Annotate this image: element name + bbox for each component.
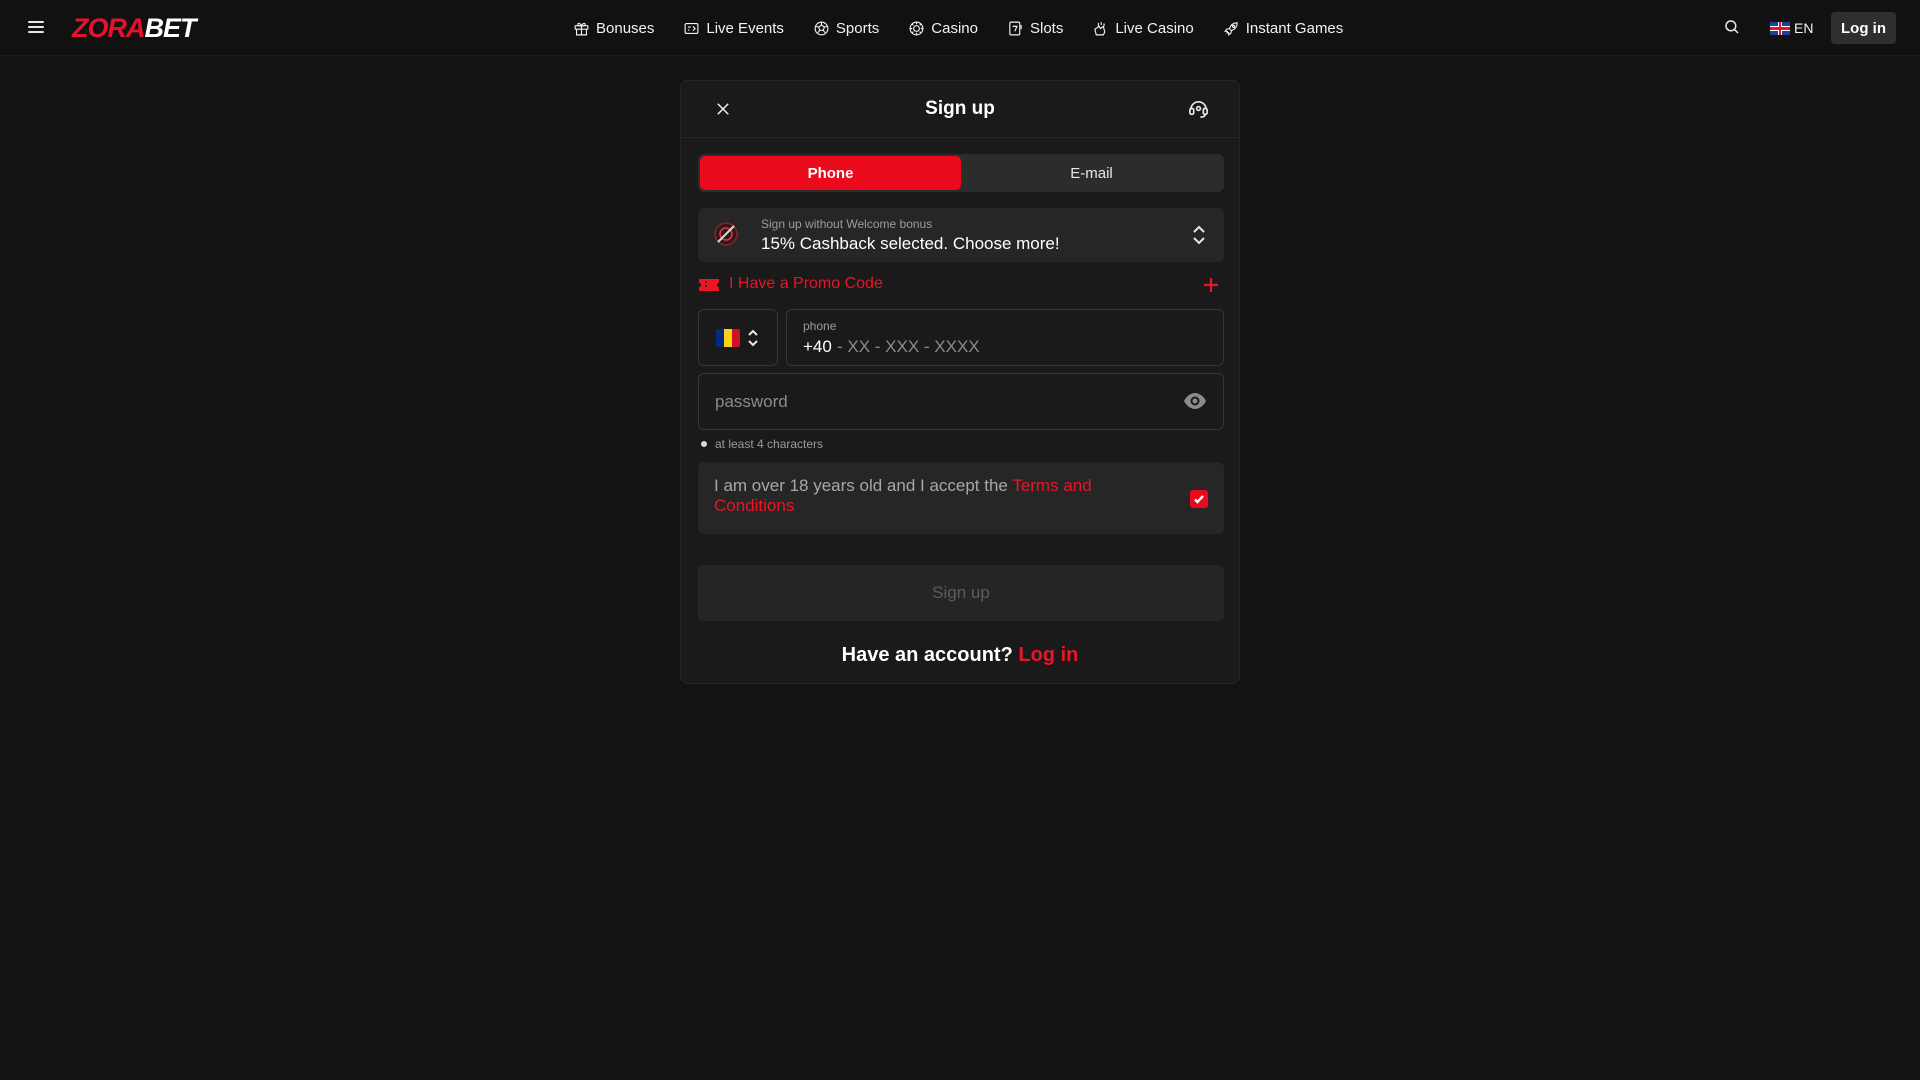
login-prompt: Have an account? Log in — [681, 644, 1239, 667]
soccer-ball-icon — [814, 21, 829, 35]
nav-live-events[interactable]: Live Events — [683, 20, 784, 37]
tab-phone[interactable]: Phone — [700, 156, 961, 190]
nav-label: Bonuses — [596, 19, 655, 37]
uk-flag-icon — [1770, 21, 1790, 35]
plus-icon[interactable] — [1201, 275, 1221, 295]
menu-icon[interactable] — [26, 17, 46, 37]
terms-box: I am over 18 years old and I accept the … — [698, 462, 1224, 534]
top-header: ZORABET Bonuses Live Events Sports Casin… — [0, 0, 1920, 56]
nav-label: Live Casino — [1115, 19, 1194, 37]
login-question: Have an account? — [841, 644, 1019, 666]
logo-part-zora: ZORA — [72, 13, 145, 43]
terms-checkbox[interactable] — [1190, 490, 1208, 508]
language-code: EN — [1794, 20, 1814, 36]
password-input[interactable] — [715, 390, 1155, 414]
language-selector[interactable]: EN — [1770, 18, 1813, 38]
password-hint: at least 4 characters — [701, 437, 823, 451]
terms-text: I am over 18 years old and I accept the … — [714, 476, 1134, 516]
password-field — [698, 373, 1224, 430]
main-nav: Bonuses Live Events Sports Casino Slots … — [573, 0, 1343, 56]
live-casino-icon — [1094, 21, 1106, 35]
bullet-icon — [701, 441, 707, 447]
tab-email[interactable]: E-mail — [961, 156, 1222, 190]
bonus-small-label: Sign up without Welcome bonus — [761, 217, 933, 231]
country-code-selector[interactable] — [698, 309, 778, 366]
nav-label: Slots — [1029, 19, 1064, 37]
nav-instant-games[interactable]: Instant Games — [1223, 19, 1344, 37]
header-login-button[interactable]: Log in — [1831, 12, 1896, 44]
casino-chip-icon — [909, 21, 924, 35]
show-password-button[interactable] — [1183, 390, 1209, 414]
ticket-icon — [699, 279, 719, 291]
nav-label: Live Events — [706, 19, 784, 37]
support-button[interactable] — [1187, 97, 1211, 121]
modal-header: Sign up — [681, 81, 1239, 138]
chevron-up-down-icon — [1190, 224, 1208, 246]
modal-title: Sign up — [925, 98, 995, 119]
rocket-icon — [1223, 21, 1238, 36]
nav-label: Casino — [931, 19, 978, 37]
logo[interactable]: ZORABET — [72, 13, 197, 43]
phone-field: phone +40 — [786, 309, 1224, 366]
headset-support-icon — [1189, 101, 1208, 118]
phone-input[interactable] — [837, 335, 1197, 359]
promo-code-toggle[interactable]: I Have a Promo Code — [698, 273, 1224, 299]
romania-flag-icon — [716, 329, 740, 347]
signup-modal: Sign up Phone E-mail Sign up without Wel… — [680, 80, 1240, 684]
nav-bonuses[interactable]: Bonuses — [573, 20, 654, 37]
logo-part-bet: BET — [144, 13, 197, 43]
checkmark-icon — [1194, 495, 1204, 504]
signup-method-tabs: Phone E-mail — [698, 154, 1224, 192]
chevron-up-down-icon — [746, 328, 760, 348]
live-events-icon — [684, 22, 699, 34]
signup-submit-button[interactable]: Sign up — [698, 565, 1224, 621]
login-link[interactable]: Log in — [1018, 644, 1078, 666]
phone-label: phone — [803, 319, 837, 333]
bonus-selector[interactable]: Sign up without Welcome bonus 15% Cashba… — [698, 208, 1224, 262]
slots-icon — [1009, 21, 1022, 35]
search-icon — [1725, 20, 1739, 34]
search-button[interactable] — [1723, 18, 1743, 38]
nav-sports[interactable]: Sports — [813, 20, 879, 37]
password-hint-text: at least 4 characters — [715, 437, 824, 451]
eye-icon — [1184, 393, 1206, 409]
terms-statement: I am over 18 years old and I accept the — [714, 476, 1013, 495]
nav-casino[interactable]: Casino — [908, 20, 978, 37]
promo-code-label: I Have a Promo Code — [729, 275, 883, 292]
bonus-selected-label: 15% Cashback selected. Choose more! — [761, 234, 1060, 253]
gift-icon — [574, 22, 589, 35]
nav-label: Instant Games — [1245, 19, 1344, 37]
nav-slots[interactable]: Slots — [1007, 20, 1063, 37]
no-bonus-icon — [714, 222, 738, 246]
phone-prefix: +40 — [803, 337, 832, 356]
nav-live-casino[interactable]: Live Casino — [1092, 19, 1194, 37]
nav-label: Sports — [835, 19, 880, 37]
